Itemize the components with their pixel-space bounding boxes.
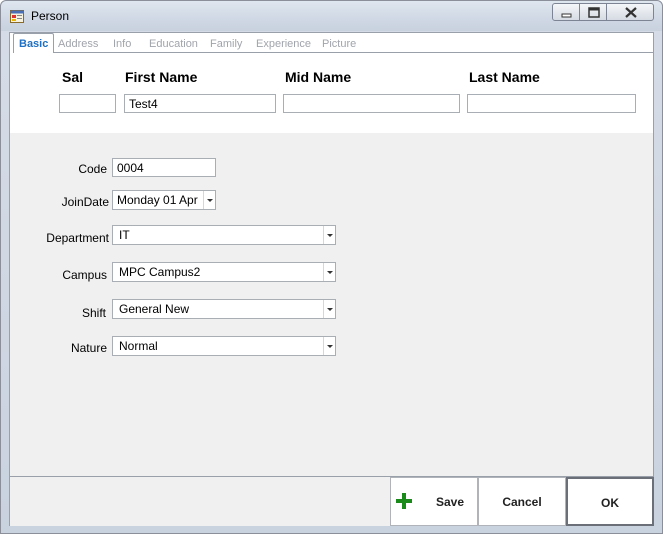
shift-value: General New	[119, 302, 190, 316]
form-window-icon	[10, 10, 24, 23]
joindate-label: JoinDate	[61, 195, 109, 209]
tab-experience[interactable]: Experience	[254, 35, 313, 53]
cancel-button[interactable]: Cancel	[478, 477, 566, 526]
chevron-down-icon[interactable]	[203, 191, 215, 209]
sal-input[interactable]	[59, 94, 116, 113]
tab-address[interactable]: Address	[56, 35, 100, 53]
tab-education[interactable]: Education	[147, 35, 200, 53]
cancel-label: Cancel	[502, 495, 542, 509]
chevron-down-icon[interactable]	[323, 226, 335, 244]
campus-value: MPC Campus2	[119, 265, 201, 279]
shift-select[interactable]: General New	[112, 299, 336, 319]
close-button[interactable]	[606, 3, 654, 21]
chevron-down-icon[interactable]	[323, 337, 335, 355]
chevron-down-icon[interactable]	[323, 300, 335, 318]
joindate-picker[interactable]: Monday 01 Apr	[112, 190, 216, 210]
nature-label: Nature	[70, 341, 107, 355]
nature-value: Normal	[119, 339, 158, 353]
tab-picture[interactable]: Picture	[320, 35, 358, 53]
last-name-input[interactable]	[467, 94, 636, 113]
title-bar: Person	[1, 1, 662, 31]
tab-info[interactable]: Info	[111, 35, 133, 53]
department-value: IT	[119, 228, 130, 242]
code-label: Code	[78, 162, 107, 176]
window-title: Person	[31, 9, 70, 23]
maximize-button[interactable]	[579, 3, 607, 21]
last-name-label: Last Name	[469, 69, 540, 85]
joindate-value: Monday 01 Apr	[117, 193, 198, 207]
first-name-label: First Name	[125, 69, 198, 85]
person-window: Person Basic Address Info Education Fami…	[0, 0, 663, 534]
code-input[interactable]	[112, 158, 216, 177]
tab-basic[interactable]: Basic	[13, 33, 55, 53]
tab-family[interactable]: Family	[208, 35, 244, 53]
ok-button[interactable]: OK	[566, 477, 654, 526]
restore-icon	[588, 7, 600, 18]
chevron-down-icon[interactable]	[323, 263, 335, 281]
campus-label: Campus	[62, 268, 107, 282]
mid-name-input[interactable]	[283, 94, 460, 113]
close-icon	[625, 7, 637, 18]
button-bar: Save Cancel OK	[10, 476, 654, 526]
ok-label: OK	[601, 496, 619, 510]
save-button[interactable]: Save	[390, 477, 478, 526]
first-name-input[interactable]	[124, 94, 276, 113]
nature-select[interactable]: Normal	[112, 336, 336, 356]
sal-label: Sal	[62, 69, 84, 85]
shift-label: Shift	[81, 306, 106, 320]
department-select[interactable]: IT	[112, 225, 336, 245]
department-label: Department	[46, 231, 109, 245]
mid-name-label: Mid Name	[285, 69, 352, 85]
client-area: Basic Address Info Education Family Expe…	[9, 32, 654, 526]
name-panel: Sal First Name Mid Name Last Name	[10, 53, 653, 133]
campus-select[interactable]: MPC Campus2	[112, 262, 336, 282]
tab-strip: Basic Address Info Education Family Expe…	[10, 33, 653, 53]
minimize-icon	[561, 13, 572, 18]
minimize-button[interactable]	[552, 3, 580, 21]
